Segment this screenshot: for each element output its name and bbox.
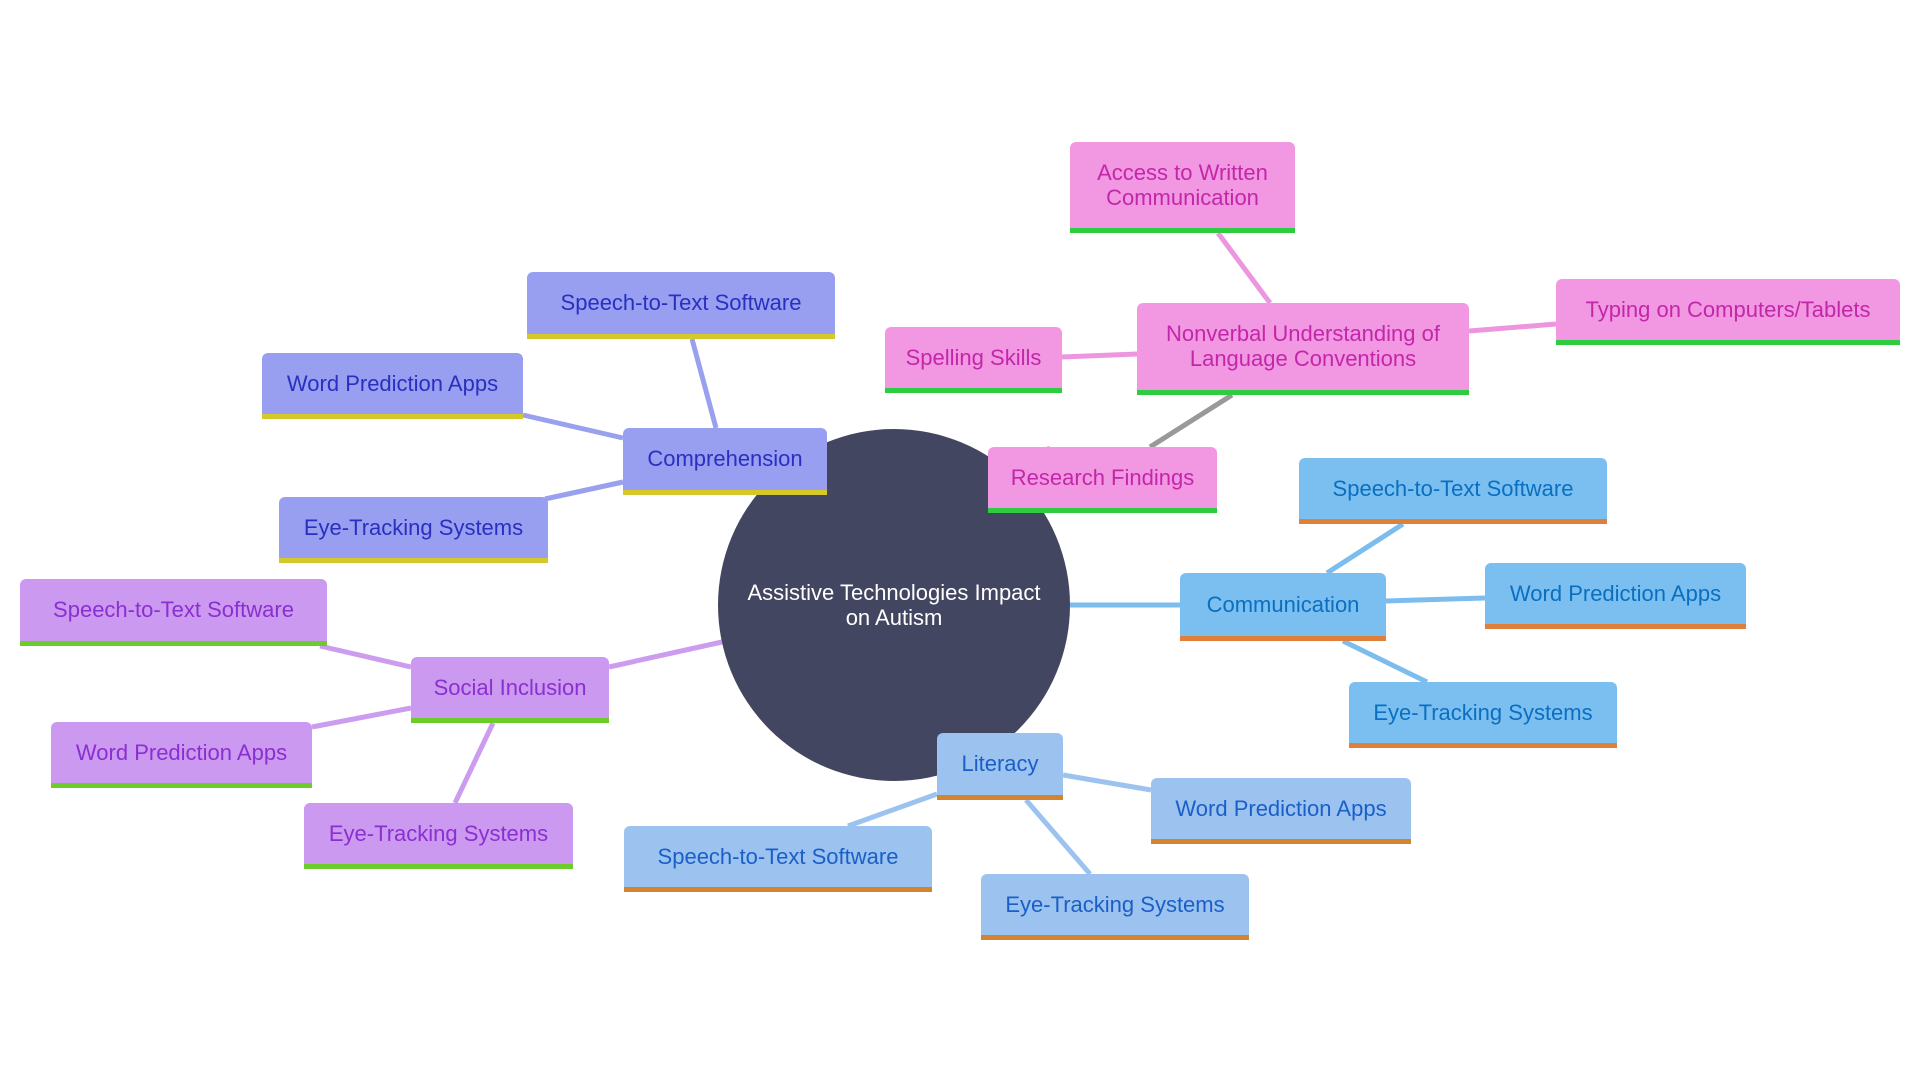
node-label: Word Prediction Apps xyxy=(75,739,288,765)
node-label: Eye-Tracking Systems xyxy=(1005,891,1225,917)
edge-nonverbal-to-typing xyxy=(1468,321,1557,334)
node-accent-bar xyxy=(1556,340,1900,345)
root-label: Assistive Technologies Impact on Autism xyxy=(747,580,1041,630)
node-label: Eye-Tracking Systems xyxy=(328,820,549,846)
node-label: Speech-to-Text Software xyxy=(560,290,802,315)
branch-node-communication[interactable]: Communication xyxy=(1180,573,1386,641)
node-accent-bar xyxy=(304,864,573,869)
node-accent-bar xyxy=(1070,228,1295,233)
leaf-node-spelling[interactable]: Spelling Skills xyxy=(885,327,1062,393)
edge-social-to-soc-wp xyxy=(311,705,412,730)
node-label: Eye-Tracking Systems xyxy=(303,514,524,540)
branch-node-comprehension[interactable]: Comprehension xyxy=(623,428,827,495)
branch-node-research[interactable]: Research Findings xyxy=(988,447,1217,513)
node-accent-bar xyxy=(1485,624,1746,629)
edge-nonverbal-to-spelling xyxy=(1061,351,1138,360)
branch-node-literacy[interactable]: Literacy xyxy=(937,733,1063,800)
node-accent-bar xyxy=(885,388,1062,393)
edge-communication-to-comm-stt xyxy=(1325,521,1405,576)
node-accent-bar xyxy=(1299,519,1607,524)
node-accent-bar xyxy=(623,490,827,495)
node-label: Literacy xyxy=(961,751,1039,776)
node-label: Speech-to-Text Software xyxy=(53,597,294,622)
node-label: Speech-to-Text Software xyxy=(1332,475,1574,501)
node-accent-bar xyxy=(262,414,523,419)
node-accent-bar xyxy=(1151,839,1411,844)
leaf-node-lit-et[interactable]: Eye-Tracking Systems xyxy=(981,874,1249,940)
edge-research-to-nonverbal xyxy=(1148,392,1234,450)
leaf-node-comm-et[interactable]: Eye-Tracking Systems xyxy=(1349,682,1617,748)
node-accent-bar xyxy=(624,887,932,892)
leaf-node-comp-et[interactable]: Eye-Tracking Systems xyxy=(279,497,548,563)
edge-comprehension-to-comp-stt xyxy=(689,338,719,429)
edge-communication-to-comm-wp xyxy=(1385,595,1486,604)
node-label: Nonverbal Understanding of Language Conv… xyxy=(1166,321,1440,371)
edge-social-to-soc-stt xyxy=(319,643,412,670)
edge-literacy-to-lit-stt xyxy=(847,791,938,829)
node-accent-bar xyxy=(279,558,548,563)
node-label: Word Prediction Apps xyxy=(1175,795,1387,821)
node-label: Speech-to-Text Software xyxy=(657,843,899,869)
leaf-node-comm-stt[interactable]: Speech-to-Text Software xyxy=(1299,458,1607,524)
edge-comprehension-to-comp-wp xyxy=(522,412,624,441)
node-accent-bar xyxy=(981,935,1249,940)
leaf-node-nonverbal[interactable]: Nonverbal Understanding of Language Conv… xyxy=(1137,303,1469,395)
edge-comprehension-to-comp-et xyxy=(544,479,624,502)
leaf-node-access[interactable]: Access to Written Communication xyxy=(1070,142,1295,233)
edge-social-to-soc-et xyxy=(452,721,496,805)
leaf-node-soc-wp[interactable]: Word Prediction Apps xyxy=(51,722,312,788)
node-label: Typing on Computers/Tablets xyxy=(1585,296,1871,322)
leaf-node-soc-stt[interactable]: Speech-to-Text Software xyxy=(20,579,327,646)
leaf-node-comp-wp[interactable]: Word Prediction Apps xyxy=(262,353,523,419)
leaf-node-soc-et[interactable]: Eye-Tracking Systems xyxy=(304,803,573,869)
node-accent-bar xyxy=(1180,636,1386,641)
edge-communication-to-comm-et xyxy=(1341,638,1429,685)
leaf-node-lit-wp[interactable]: Word Prediction Apps xyxy=(1151,778,1411,844)
branch-node-social[interactable]: Social Inclusion xyxy=(411,657,609,723)
node-accent-bar xyxy=(937,795,1063,800)
edge-nonverbal-to-access xyxy=(1215,231,1273,305)
node-label: Research Findings xyxy=(1010,464,1195,490)
node-label: Communication xyxy=(1206,591,1360,617)
node-label: Access to Written Communication xyxy=(1097,159,1268,210)
node-label: Word Prediction Apps xyxy=(1509,580,1722,606)
edge-root-to-social xyxy=(608,639,723,670)
mindmap-canvas: Access to Written Communication Spelling … xyxy=(0,0,1920,1080)
node-accent-bar xyxy=(1137,390,1469,395)
edge-literacy-to-lit-et xyxy=(1024,798,1092,876)
node-label: Eye-Tracking Systems xyxy=(1373,699,1593,725)
leaf-node-comp-stt[interactable]: Speech-to-Text Software xyxy=(527,272,835,339)
node-accent-bar xyxy=(527,334,835,339)
node-accent-bar xyxy=(20,641,327,646)
node-accent-bar xyxy=(1349,743,1617,748)
node-label: Comprehension xyxy=(647,446,803,471)
leaf-node-typing[interactable]: Typing on Computers/Tablets xyxy=(1556,279,1900,345)
leaf-node-lit-stt[interactable]: Speech-to-Text Software xyxy=(624,826,932,892)
node-accent-bar xyxy=(988,508,1217,513)
node-label: Social Inclusion xyxy=(433,674,587,700)
node-accent-bar xyxy=(411,718,609,723)
leaf-node-comm-wp[interactable]: Word Prediction Apps xyxy=(1485,563,1746,629)
node-label: Spelling Skills xyxy=(905,344,1042,370)
node-accent-bar xyxy=(51,783,312,788)
edge-literacy-to-lit-wp xyxy=(1062,772,1152,793)
node-label: Word Prediction Apps xyxy=(286,370,499,396)
